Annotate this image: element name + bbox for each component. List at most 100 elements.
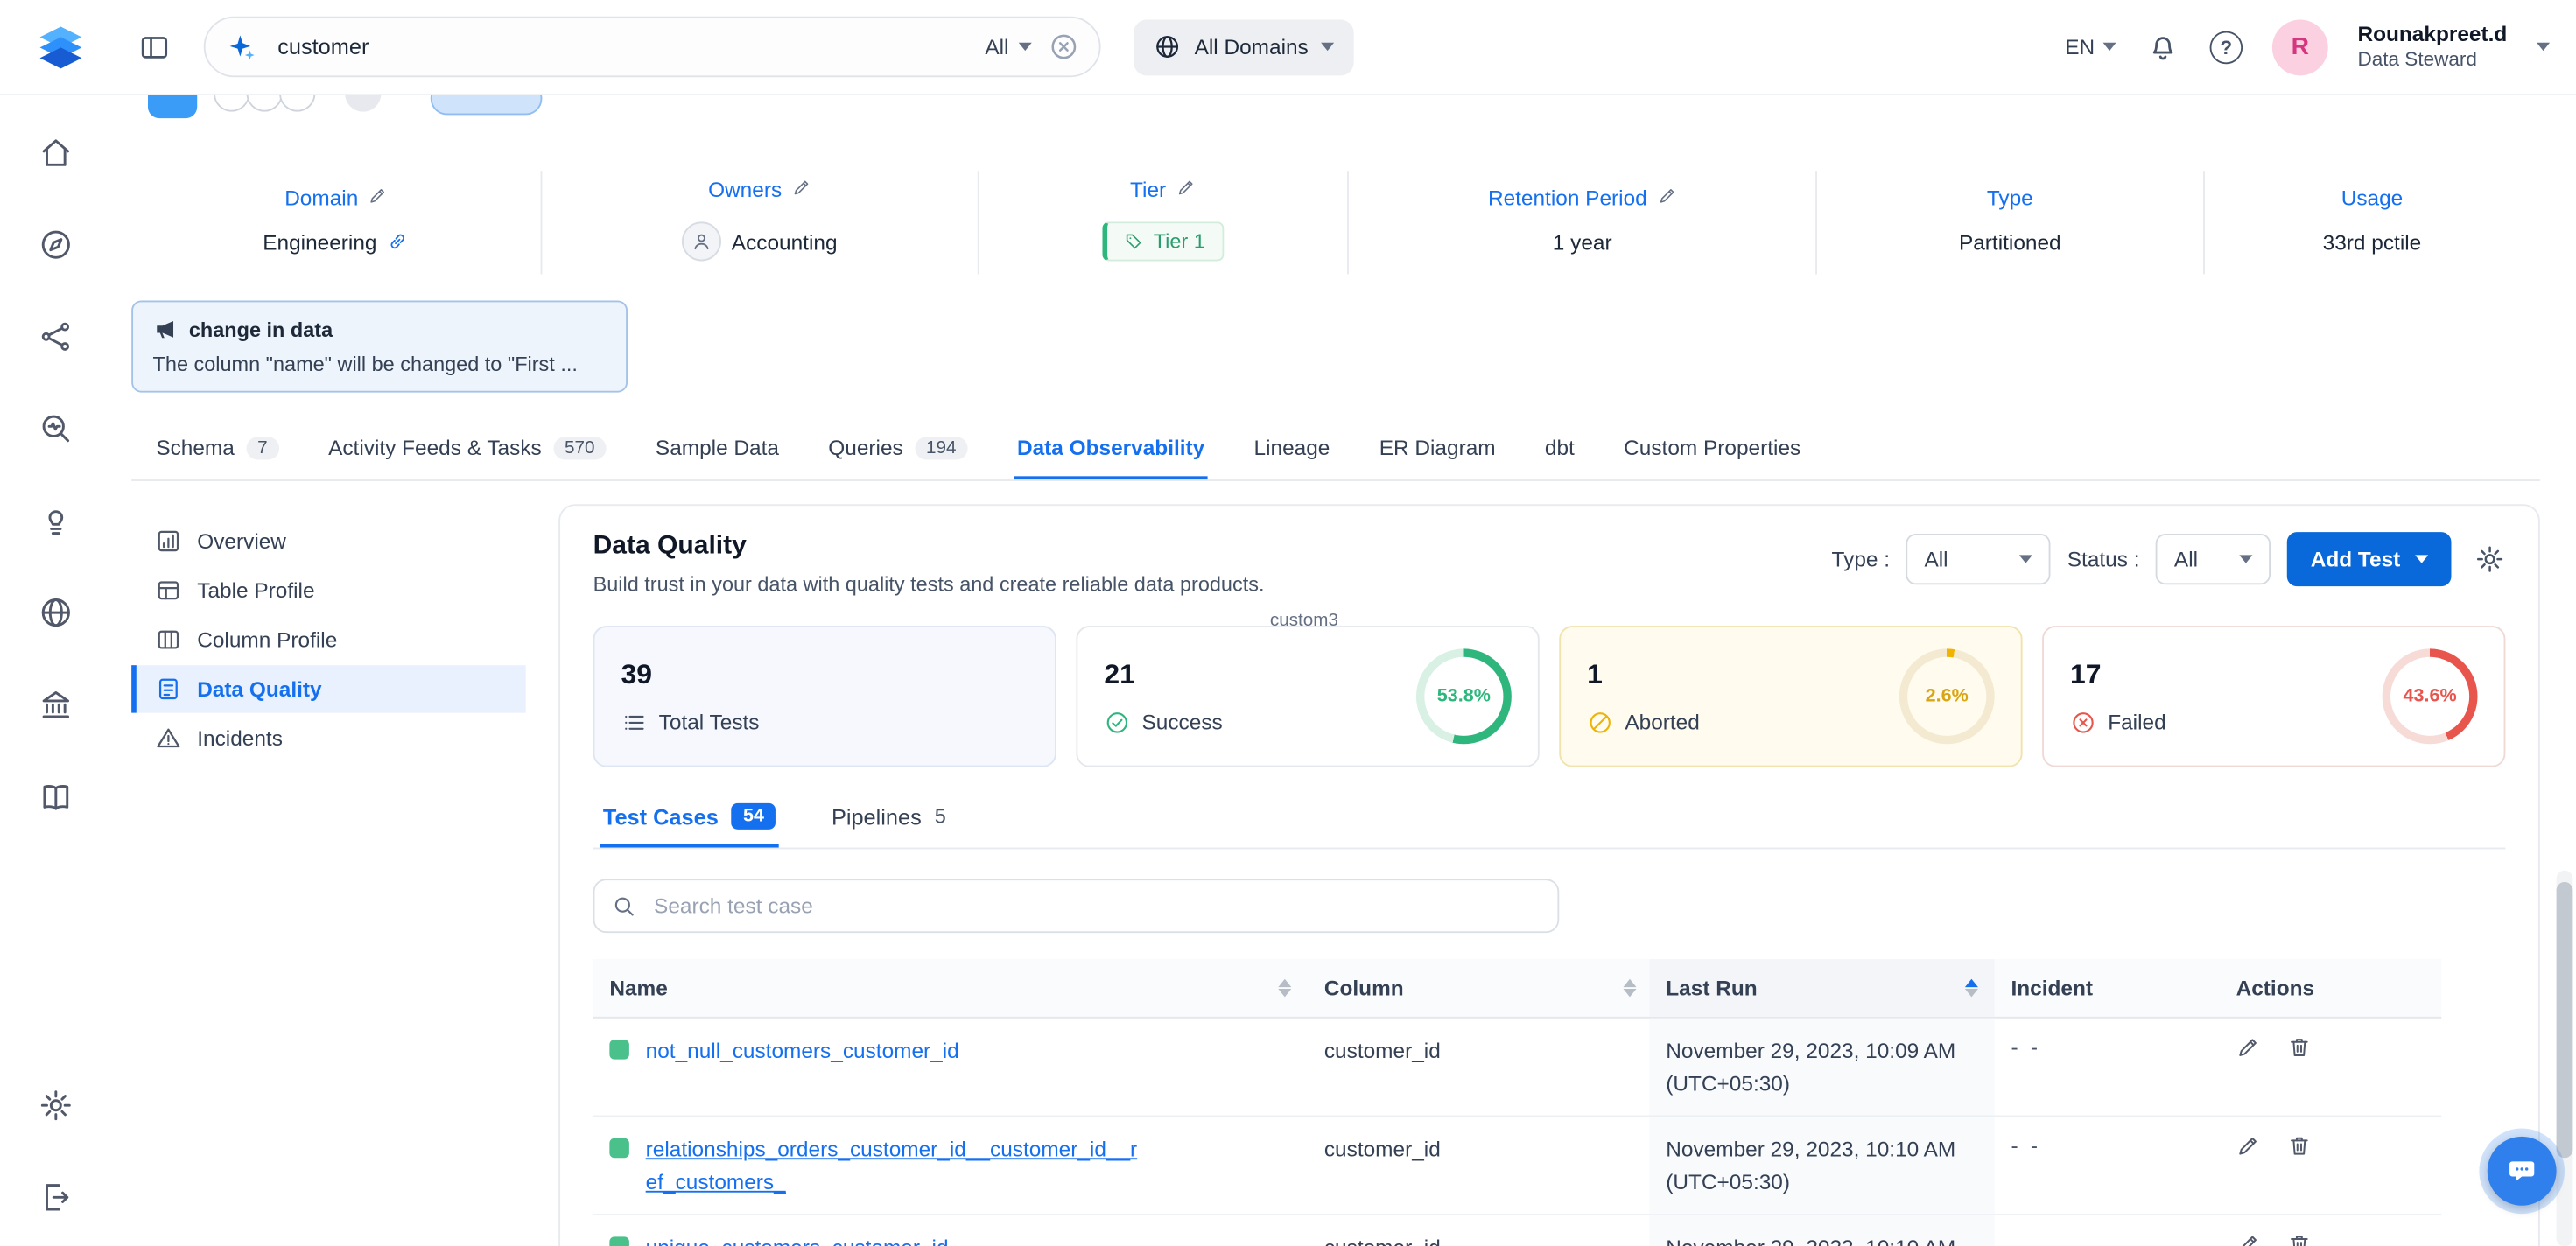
link-icon[interactable] (387, 230, 410, 253)
nav-domains-icon[interactable] (38, 594, 74, 630)
tab-dbt[interactable]: dbt (1541, 425, 1577, 480)
tab-test-cases[interactable]: Test Cases 54 (600, 796, 779, 847)
test-case-link[interactable]: relationships_orders_customer_id__custom… (646, 1133, 1142, 1197)
follower-avatar (247, 95, 283, 112)
owners-value[interactable]: Accounting (732, 229, 838, 254)
aborted-label: Aborted (1625, 710, 1699, 734)
sort-icons-active[interactable] (1965, 979, 1978, 998)
aborted-donut-chart: 2.6% (1899, 648, 1995, 744)
chevron-down-icon (2019, 555, 2032, 563)
tab-custom-properties[interactable]: Custom Properties (1620, 425, 1804, 480)
tab-lineage[interactable]: Lineage (1251, 425, 1333, 480)
megaphone-icon (153, 317, 178, 341)
column-header-name[interactable]: Name (593, 959, 1311, 1017)
success-donut-chart: 53.8% (1416, 648, 1512, 744)
slash-circle-icon (1587, 709, 1613, 735)
aborted-tests-card[interactable]: 1 Aborted 2.6% (1559, 626, 2022, 766)
failed-tests-card[interactable]: 17 Failed 43.6% (2042, 626, 2505, 766)
nav-glossary-icon[interactable] (38, 779, 74, 815)
add-test-button[interactable]: Add Test (2287, 532, 2451, 586)
nav-logout-icon[interactable] (38, 1180, 74, 1215)
page-subtitle: Build trust in your data with quality te… (593, 573, 1265, 596)
search-input[interactable] (274, 33, 968, 61)
edit-tier-icon[interactable] (1176, 178, 1196, 202)
globe-icon (1154, 33, 1182, 61)
overview-icon (154, 528, 182, 556)
clear-search-icon[interactable] (1049, 32, 1080, 63)
tab-queries[interactable]: Queries194 (825, 425, 972, 480)
edit-owners-icon[interactable] (791, 178, 811, 202)
edit-domain-icon[interactable] (369, 185, 389, 209)
delete-trash-icon[interactable] (2287, 1035, 2312, 1060)
column-header-incident[interactable]: Incident (1995, 959, 2220, 1017)
test-case-link[interactable]: unique_customers_customer_id (646, 1232, 949, 1246)
total-tests-card[interactable]: 39 Total Tests (593, 626, 1056, 766)
test-case-search[interactable] (593, 878, 1560, 933)
table-row: unique_customers_customer_id customer_id… (593, 1215, 2442, 1246)
test-case-search-input[interactable] (650, 892, 1541, 920)
sort-icons[interactable] (1623, 979, 1636, 998)
edit-retention-icon[interactable] (1657, 185, 1677, 209)
type-value: Partitioned (1959, 229, 2061, 254)
chart-hover-label: custom3 (1270, 611, 1338, 631)
subnav-item-data-quality[interactable]: Data Quality (131, 665, 525, 712)
success-percentage: 53.8% (1416, 648, 1512, 744)
language-selector[interactable]: EN (2065, 34, 2116, 59)
column-header-last-run[interactable]: Last Run (1650, 959, 1995, 1017)
avatar[interactable]: R (2272, 19, 2328, 75)
column-header-column[interactable]: Column (1311, 959, 1650, 1017)
edit-icon[interactable] (2236, 1232, 2261, 1246)
test-case-link[interactable]: not_null_customers_customer_id (646, 1035, 959, 1068)
edit-icon[interactable] (2236, 1035, 2261, 1060)
domains-filter-value: All Domains (1195, 34, 1309, 59)
notifications-bell-icon[interactable] (2145, 30, 2179, 64)
pipelines-count: 5 (935, 805, 946, 828)
nav-home-icon[interactable] (38, 135, 74, 171)
nav-explore-icon[interactable] (38, 227, 74, 262)
follower-avatar (214, 95, 249, 112)
nav-observability-icon[interactable] (38, 410, 74, 446)
table-row: relationships_orders_customer_id__custom… (593, 1116, 2442, 1215)
status-filter-select[interactable]: All (2156, 534, 2271, 584)
edit-icon[interactable] (2236, 1133, 2261, 1158)
type-filter-select[interactable]: All (1906, 534, 2051, 584)
app-logo-icon[interactable] (33, 19, 89, 75)
subnav-item-overview[interactable]: Overview (131, 517, 525, 564)
subnav-item-incidents[interactable]: Incidents (131, 714, 525, 761)
entity-badge (431, 95, 543, 116)
success-tests-card[interactable]: 21 Success 53.8% (1076, 626, 1539, 766)
vertical-scrollbar-thumb[interactable] (2557, 882, 2573, 1158)
tab-activity-feeds[interactable]: Activity Feeds & Tasks570 (325, 425, 609, 480)
delete-trash-icon[interactable] (2287, 1133, 2312, 1158)
search-scope-dropdown[interactable]: All (985, 34, 1031, 59)
user-menu-chevron-icon[interactable] (2537, 43, 2550, 51)
tab-count-badge: 570 (553, 436, 607, 458)
follower-avatar (279, 95, 315, 112)
subnav-item-table-profile[interactable]: Table Profile (131, 567, 525, 614)
tier-badge[interactable]: Tier 1 (1103, 221, 1224, 261)
user-name: Rounakpreet.d (2357, 21, 2507, 48)
delete-trash-icon[interactable] (2287, 1232, 2312, 1246)
tab-data-observability[interactable]: Data Observability (1014, 425, 1208, 480)
subnav-item-column-profile[interactable]: Column Profile (131, 616, 525, 663)
announcement-card[interactable]: change in data The column "name" will be… (131, 300, 628, 392)
nav-lineage-icon[interactable] (38, 318, 74, 354)
sort-icons[interactable] (1278, 979, 1291, 998)
chat-bubble-icon (2505, 1155, 2538, 1188)
entity-meta-row: Domain Engineering Owners Accounting (131, 171, 2540, 274)
help-icon[interactable]: ? (2210, 31, 2243, 64)
tab-er-diagram[interactable]: ER Diagram (1376, 425, 1499, 480)
nav-govern-icon[interactable] (38, 687, 74, 723)
quality-settings-gear-icon[interactable] (2474, 543, 2506, 575)
nav-insights-icon[interactable] (38, 502, 74, 538)
nav-settings-gear-icon[interactable] (38, 1088, 74, 1124)
tab-schema[interactable]: Schema7 (153, 425, 283, 480)
global-search-bar[interactable]: All (204, 17, 1101, 77)
user-menu[interactable]: Rounakpreet.d Data Steward (2357, 21, 2507, 73)
domains-filter-dropdown[interactable]: All Domains (1134, 19, 1354, 75)
meta-retention: Retention Period 1 year (1349, 171, 1817, 274)
tab-pipelines[interactable]: Pipelines 5 (828, 796, 949, 847)
sidebar-toggle-icon[interactable] (138, 31, 172, 64)
tab-sample-data[interactable]: Sample Data (652, 425, 783, 480)
support-chat-button[interactable] (2488, 1137, 2557, 1206)
